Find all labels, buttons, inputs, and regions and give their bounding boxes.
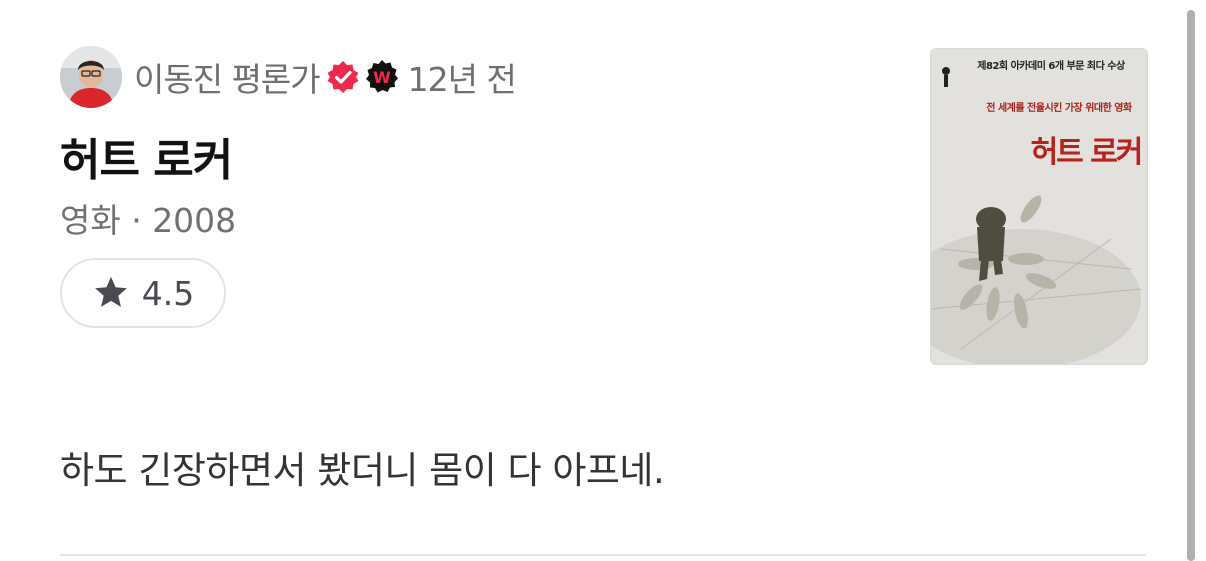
time-ago: 12년 전 bbox=[407, 60, 517, 99]
verified-badge-icon bbox=[327, 61, 359, 93]
avatar-photo bbox=[60, 46, 122, 108]
avatar[interactable] bbox=[60, 46, 122, 108]
divider bbox=[60, 554, 1146, 556]
author-row: 이동진 평론가 W 12년 전 bbox=[60, 46, 517, 108]
comment-card: 이동진 평론가 W 12년 전 허트 로커 영화 · 2008 4.5 제82회… bbox=[0, 0, 1206, 561]
content-meta: 영화 · 2008 bbox=[60, 201, 237, 240]
content-title[interactable]: 허트 로커 bbox=[60, 124, 233, 188]
svg-text:W: W bbox=[373, 68, 391, 87]
poster-award-line: 제82회 아카데미 6개 부문 최다 수상 bbox=[977, 61, 1125, 72]
star-icon bbox=[94, 276, 127, 307]
poster-artwork bbox=[931, 49, 1147, 364]
scrollbar[interactable] bbox=[1187, 10, 1195, 561]
comment-text[interactable]: 하도 긴장하면서 봤더니 몸이 다 아프네. bbox=[60, 440, 665, 494]
poster-tagline: 전 세계를 전율시킨 가장 위대한 영화 bbox=[986, 103, 1132, 114]
movie-poster[interactable]: 제82회 아카데미 6개 부문 최다 수상 전 세계를 전율시킨 가장 위대한 … bbox=[930, 48, 1148, 365]
poster-title: 허트 로커 bbox=[1030, 135, 1144, 170]
watcha-w-icon: W bbox=[365, 60, 398, 93]
rating-value: 4.5 bbox=[141, 273, 195, 313]
rating-badge: 4.5 bbox=[60, 258, 226, 328]
author-name[interactable]: 이동진 평론가 bbox=[134, 53, 321, 101]
